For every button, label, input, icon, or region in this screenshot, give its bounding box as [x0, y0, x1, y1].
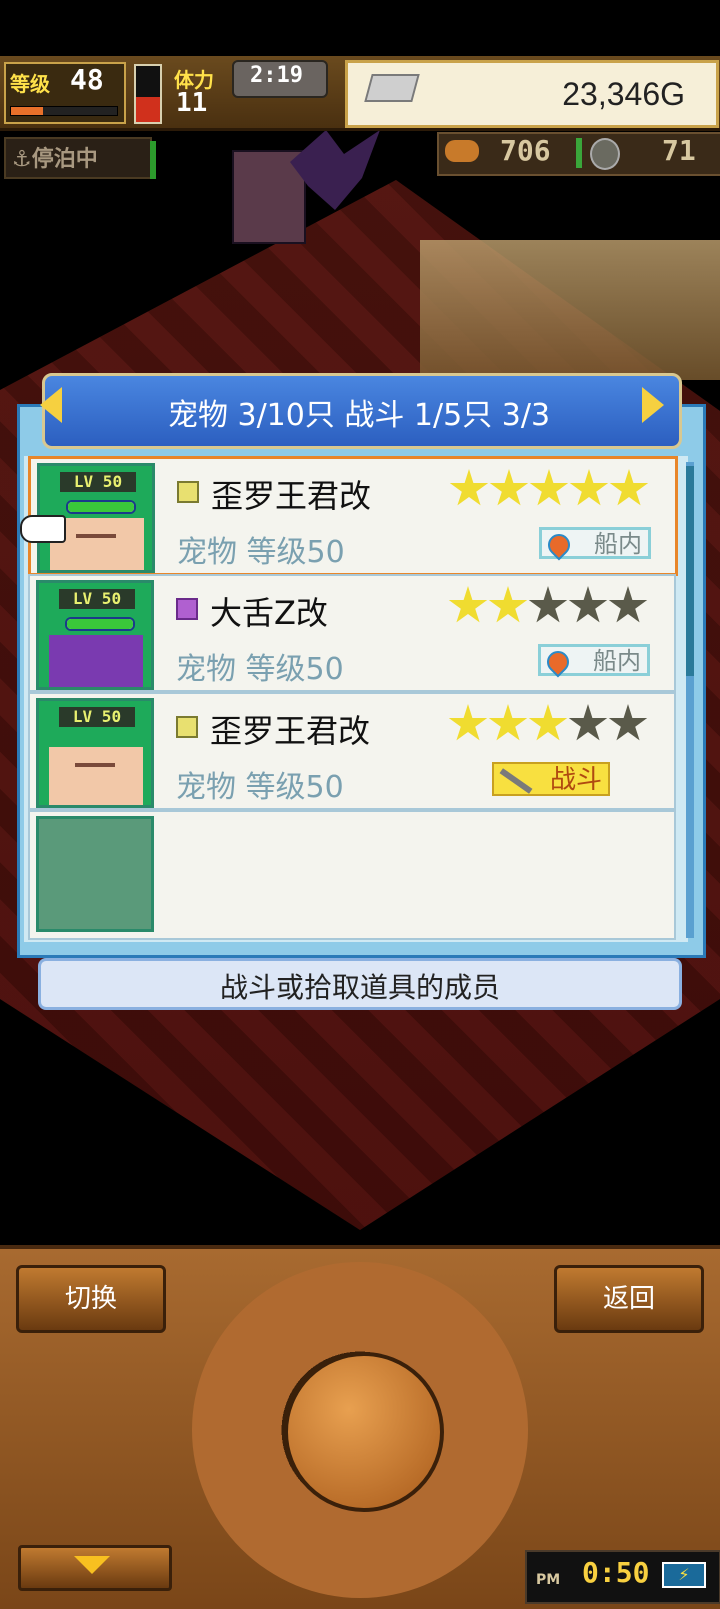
- pet-row[interactable]: LV 50 歪罗王君改 宠物 等级50 战斗: [28, 692, 676, 810]
- pet-name: 歪罗王君改: [210, 712, 371, 750]
- star-icon: [528, 586, 568, 623]
- coin-icon: [590, 138, 620, 170]
- star-icon: [448, 704, 488, 741]
- food-value: 706: [500, 134, 551, 167]
- back-button[interactable]: 返回: [554, 1265, 704, 1333]
- pet-hp-bar: [65, 617, 135, 631]
- pet-row[interactable]: LV 50 歪罗王君改 宠物 等级50 船内: [28, 456, 678, 576]
- pet-star-rating: [449, 469, 649, 515]
- hint-text: 战斗或拾取道具的成员: [219, 971, 500, 1004]
- pet-level-text: 宠物 等级50: [176, 652, 344, 687]
- pet-level-badge: LV 50: [60, 472, 136, 492]
- level-value: 48: [70, 63, 104, 96]
- silver-ingot-icon: [364, 74, 420, 102]
- pet-star-rating: [448, 704, 648, 750]
- pet-eyes: [76, 534, 116, 546]
- xp-bar: [10, 106, 118, 116]
- xp-bar-fill: [11, 107, 43, 115]
- stamina-bar-fill: [136, 96, 160, 122]
- anchor-flag: [150, 141, 156, 179]
- pet-hp-fill: [67, 619, 133, 629]
- star-icon: [569, 469, 609, 506]
- pet-face: [49, 635, 143, 687]
- rarity-icon: [176, 598, 198, 620]
- down-arrow-icon: [74, 1556, 110, 1574]
- pet-level-text: 宠物 等级50: [176, 770, 344, 805]
- stamina-bar: [134, 64, 162, 124]
- level-label: 等级: [10, 72, 50, 96]
- anchor-icon: ⚓: [12, 147, 32, 172]
- pet-level-text: 宠物 等级50: [177, 535, 345, 570]
- pet-portrait: LV 50: [36, 580, 154, 690]
- pet-star-rating: [448, 586, 648, 632]
- dpad-center-button[interactable]: [284, 1352, 444, 1512]
- food-icon: [445, 140, 479, 162]
- location-pin-icon: [543, 529, 575, 561]
- star-icon: [528, 704, 568, 741]
- pet-location-tag: 船内: [539, 527, 651, 561]
- gold-amount: 23,346G: [562, 76, 685, 112]
- rarity-icon: [177, 481, 199, 503]
- pointer-hand-icon: [20, 515, 66, 543]
- star-icon: [568, 586, 608, 623]
- star-icon: [448, 586, 488, 623]
- ship-room-wall: [420, 240, 720, 380]
- pet-hp-bar: [66, 500, 136, 514]
- real-time: 0:50: [582, 1556, 650, 1589]
- pet-eyes: [75, 763, 115, 775]
- pet-level-badge: LV 50: [59, 589, 135, 609]
- game-clock: 2:19: [250, 63, 303, 88]
- star-icon: [529, 469, 569, 506]
- star-icon: [489, 469, 529, 506]
- sword-icon: [499, 768, 533, 794]
- battery-icon: ⚡: [662, 1562, 706, 1588]
- pet-panel-title: 宠物 3/10只 战斗 1/5只 3/3: [167, 398, 551, 433]
- star-icon: [488, 586, 528, 623]
- star-icon: [609, 469, 649, 506]
- pet-list-scroll-thumb[interactable]: [686, 466, 694, 676]
- star-icon: [449, 469, 489, 506]
- rarity-icon: [176, 716, 198, 738]
- empty-pet-slot-row[interactable]: [28, 810, 676, 940]
- star-icon: [568, 704, 608, 741]
- ampm-label: PM: [536, 1572, 561, 1588]
- star-icon: [488, 704, 528, 741]
- pet-hp-fill: [68, 502, 134, 512]
- prev-page-arrow-icon[interactable]: [40, 387, 62, 423]
- pet-location-label: 船内: [593, 647, 641, 675]
- star-icon: [608, 704, 648, 741]
- stamina-value: 11: [176, 88, 208, 118]
- pet-location-tag: 船内: [538, 644, 650, 678]
- switch-button[interactable]: 切换: [16, 1265, 166, 1333]
- anchor-status: ⚓停泊中: [12, 141, 98, 173]
- pet-battle-tag: 战斗: [492, 762, 610, 796]
- coin-value: 71: [662, 134, 696, 167]
- star-icon: [608, 586, 648, 623]
- pet-row[interactable]: LV 50 大舌Z改 宠物 等级50 船内: [28, 574, 676, 692]
- location-pin-icon: [542, 646, 574, 678]
- empty-pet-slot: [36, 816, 154, 932]
- pet-battle-label: 战斗: [549, 765, 602, 795]
- pet-name: 歪罗王君改: [211, 477, 372, 515]
- anchor-status-label: 停泊中: [31, 147, 98, 172]
- pet-name: 大舌Z改: [210, 594, 328, 632]
- pet-portrait: LV 50: [36, 698, 154, 808]
- food-gauge: [576, 138, 582, 168]
- pet-level-badge: LV 50: [59, 707, 135, 727]
- pet-face: [49, 747, 143, 805]
- pet-location-label: 船内: [594, 530, 642, 558]
